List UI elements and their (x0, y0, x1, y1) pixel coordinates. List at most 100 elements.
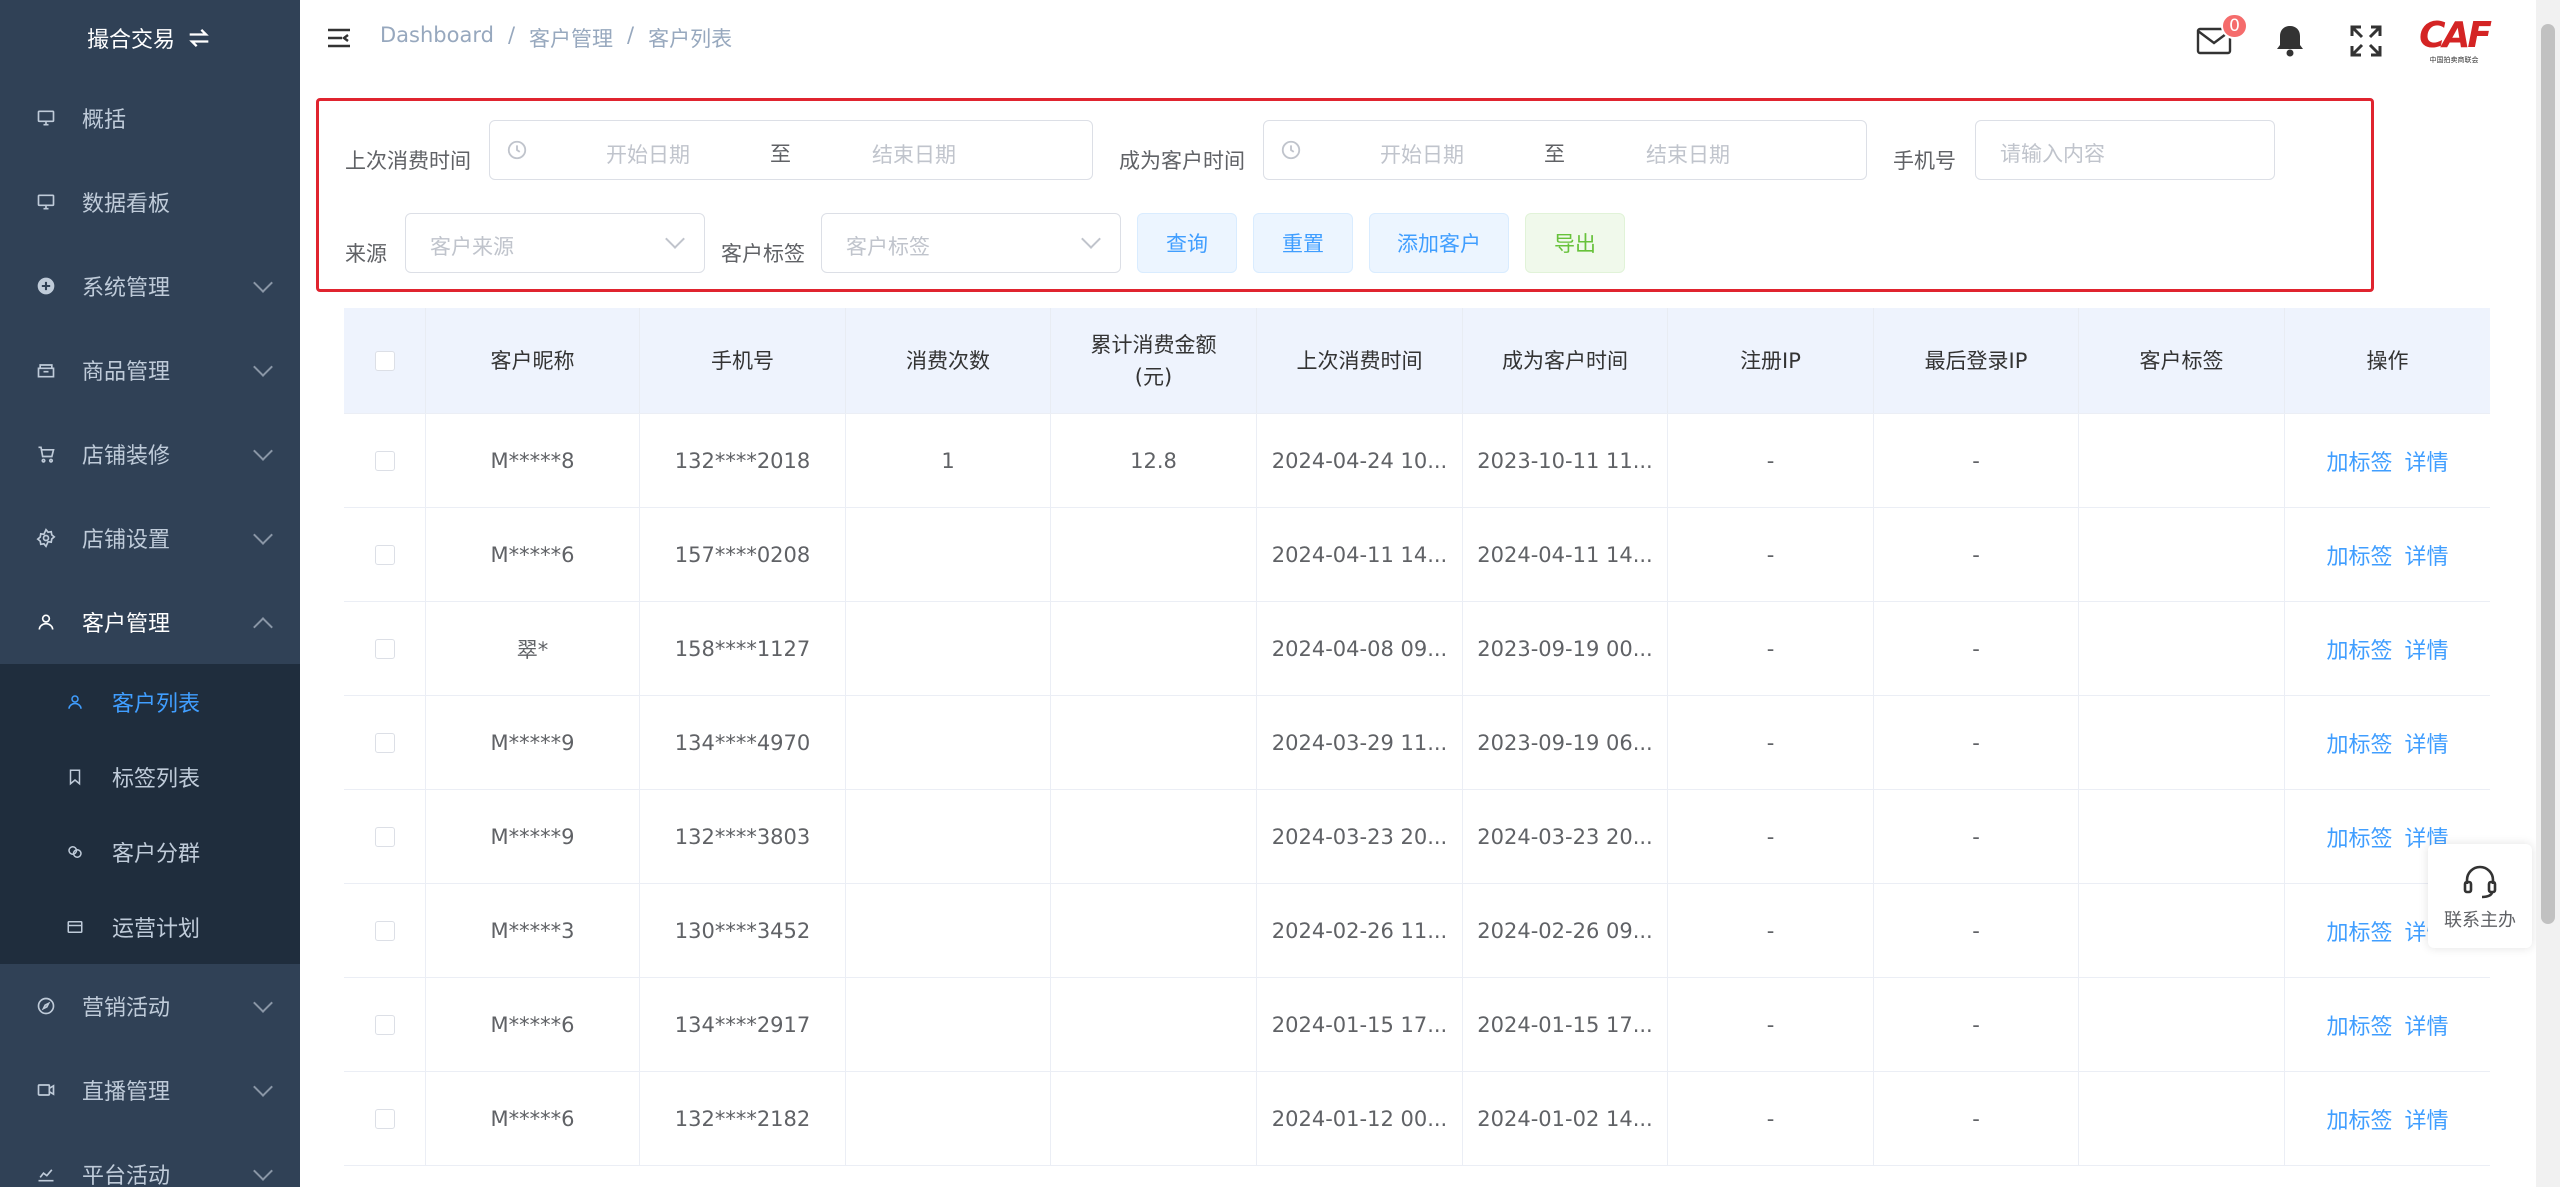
sidebar-item-customers[interactable]: 客户管理 (0, 580, 300, 664)
sidebar-item-system[interactable]: 系统管理 (0, 244, 300, 328)
row-select-cell (344, 1072, 426, 1165)
end-date-placeholder: 结束日期 (872, 143, 956, 167)
sidebar-item-customer-groups[interactable]: 客户分群 (0, 814, 300, 889)
row-checkbox[interactable] (374, 638, 395, 659)
breadcrumb-item-customers[interactable]: 客户管理 (529, 23, 613, 53)
sidebar-item-label: 商品管理 (82, 360, 171, 385)
cell-consume-count-text: 1 (941, 448, 955, 473)
cell-nickname-text: M*****9 (490, 824, 575, 849)
cell-phone: 158****1127 (640, 602, 846, 695)
cell-register-ip: - (1668, 602, 1874, 695)
row-checkbox[interactable] (374, 732, 395, 753)
sidebar-item-label: 直播管理 (82, 1080, 171, 1105)
chevron-down-icon (253, 525, 273, 545)
clock-icon (507, 140, 527, 160)
sidebar-item-marketing[interactable]: 营销活动 (0, 964, 300, 1048)
fullscreen-button[interactable] (2346, 21, 2386, 61)
breadcrumb-separator: / (507, 23, 516, 47)
chevron-down-icon (253, 1077, 273, 1097)
chevron-down-icon (253, 441, 273, 461)
cell-phone: 134****2917 (640, 978, 846, 1071)
sidebar-item-decoration[interactable]: 店铺装修 (0, 412, 300, 496)
chevron-up-icon (253, 617, 273, 637)
col-last-login-ip: 最后登录IP (1874, 308, 2079, 413)
detail-link[interactable]: 详情 (2405, 445, 2449, 477)
cell-nickname-text: M*****6 (490, 1012, 575, 1037)
sidebar-item-tag-list[interactable]: 标签列表 (0, 739, 300, 814)
brand[interactable]: 撮合交易 (0, 0, 300, 76)
cell-actions: 加标签 详情 (2285, 978, 2490, 1071)
cell-last-login-ip: - (1874, 884, 2079, 977)
row-checkbox[interactable] (374, 1014, 395, 1035)
add-tag-link[interactable]: 加标签 (2326, 915, 2392, 947)
hamburger-icon[interactable] (326, 26, 352, 50)
col-become-customer: 成为客户时间 (1463, 308, 1668, 413)
phone-input[interactable]: 请输入内容 (1975, 120, 2275, 180)
sidebar-item-shop-settings[interactable]: 店铺设置 (0, 496, 300, 580)
reset-button[interactable]: 重置 (1253, 213, 1353, 273)
page-scrollbar[interactable] (2536, 0, 2560, 1187)
sidebar-item-goods[interactable]: 商品管理 (0, 328, 300, 412)
add-tag-link[interactable]: 加标签 (2326, 633, 2392, 665)
row-checkbox[interactable] (374, 450, 395, 471)
scrollbar-thumb[interactable] (2541, 24, 2555, 924)
contact-organizer-button[interactable]: 联系主办 (2428, 844, 2532, 948)
switch-icon[interactable] (185, 24, 213, 52)
chevron-down-icon (665, 229, 685, 249)
export-button[interactable]: 导出 (1525, 213, 1625, 273)
cell-last-consume-text: 2024-01-15 17... (1271, 1012, 1448, 1037)
select-all-checkbox[interactable] (374, 350, 395, 371)
source-select[interactable]: 客户来源 (405, 213, 705, 273)
sidebar-item-operation-plan[interactable]: 运营计划 (0, 889, 300, 964)
cell-total-amount (1051, 790, 1257, 883)
add-tag-link[interactable]: 加标签 (2326, 1103, 2392, 1135)
detail-link[interactable]: 详情 (2405, 1009, 2449, 1041)
tag-select[interactable]: 客户标签 (821, 213, 1121, 273)
table-body: M*****8 132****2018 1 12.8 2024-04-24 10... 2… (344, 414, 2490, 1166)
cell-consume-count (846, 508, 1051, 601)
last-consume-date-range[interactable]: 开始日期 至 结束日期 (489, 120, 1093, 180)
row-checkbox[interactable] (374, 544, 395, 565)
cell-customer-tag (2079, 414, 2285, 507)
cell-register-ip-text: - (1766, 730, 1775, 755)
row-checkbox[interactable] (374, 1108, 395, 1129)
add-tag-link[interactable]: 加标签 (2326, 445, 2392, 477)
add-tag-link[interactable]: 加标签 (2326, 727, 2392, 759)
notification-button[interactable] (2270, 21, 2310, 61)
sidebar-item-dashboard[interactable]: 数据看板 (0, 160, 300, 244)
cell-last-login-ip-text: - (1972, 448, 1980, 473)
sidebar-item-live[interactable]: 直播管理 (0, 1048, 300, 1132)
mail-button[interactable]: 0 (2194, 13, 2248, 61)
detail-link[interactable]: 详情 (2405, 1103, 2449, 1135)
add-customer-button[interactable]: 添加客户 (1369, 213, 1509, 273)
add-tag-link[interactable]: 加标签 (2326, 539, 2392, 571)
query-button[interactable]: 查询 (1137, 213, 1237, 273)
sidebar-item-customer-list[interactable]: 客户列表 (0, 664, 300, 739)
detail-link[interactable]: 详情 (2405, 727, 2449, 759)
cell-phone: 157****0208 (640, 508, 846, 601)
become-customer-date-range[interactable]: 开始日期 至 结束日期 (1263, 120, 1867, 180)
start-date-placeholder: 开始日期 (606, 143, 690, 167)
cell-register-ip: - (1668, 1072, 1874, 1165)
add-tag-link[interactable]: 加标签 (2326, 1009, 2392, 1041)
sidebar-item-overview[interactable]: 概括 (0, 76, 300, 160)
cell-phone-text: 130****3452 (674, 918, 811, 943)
caf-logo[interactable]: CAF 中国拍卖商联会 (2419, 10, 2492, 72)
add-tag-link[interactable]: 加标签 (2326, 821, 2392, 853)
sidebar-item-platform[interactable]: 平台活动 (0, 1132, 300, 1187)
detail-link[interactable]: 详情 (2405, 539, 2449, 571)
cell-total-amount (1051, 602, 1257, 695)
cell-total-amount (1051, 884, 1257, 977)
breadcrumb-item-dashboard[interactable]: Dashboard (380, 23, 494, 53)
cell-register-ip: - (1668, 884, 1874, 977)
cell-last-login-ip-text: - (1972, 1012, 1980, 1037)
row-checkbox[interactable] (374, 826, 395, 847)
cell-actions: 加标签 详情 (2285, 696, 2490, 789)
sidebar-item-label: 平台活动 (82, 1164, 171, 1187)
row-checkbox[interactable] (374, 920, 395, 941)
tag-placeholder: 客户标签 (846, 235, 930, 259)
end-date-placeholder: 结束日期 (1646, 143, 1730, 167)
chevron-down-icon (253, 357, 273, 377)
cell-become-customer: 2024-01-15 17... (1463, 978, 1668, 1071)
detail-link[interactable]: 详情 (2405, 633, 2449, 665)
